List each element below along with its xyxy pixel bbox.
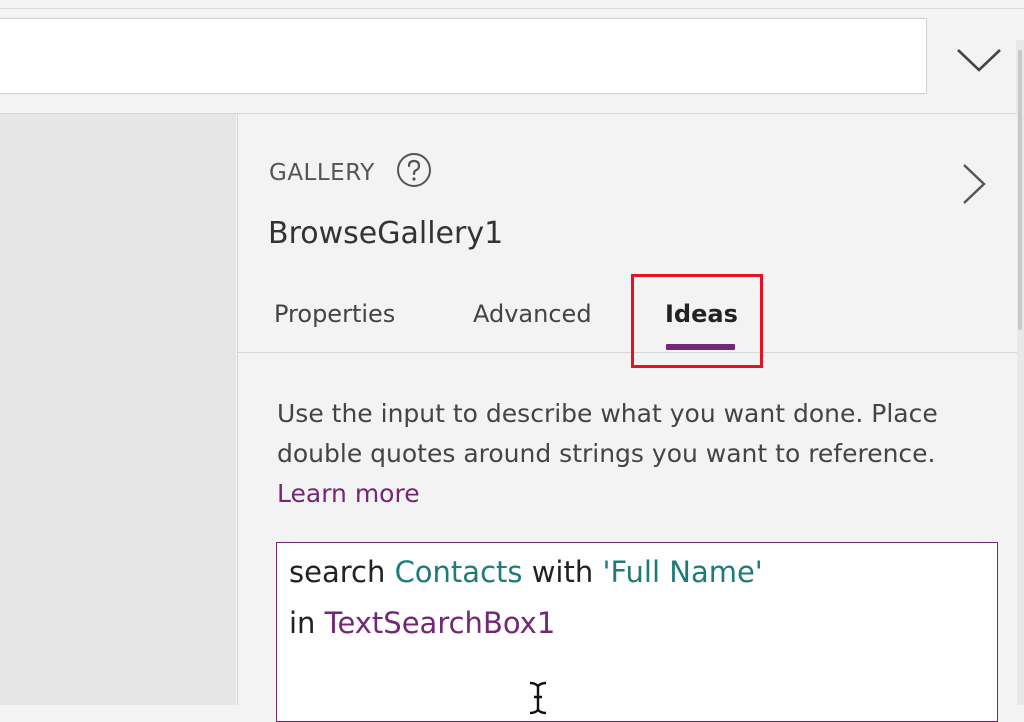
idea-line-1: search Contacts with 'Full Name': [289, 547, 763, 598]
formula-input[interactable]: [0, 18, 927, 94]
tab-advanced[interactable]: Advanced: [473, 300, 592, 328]
canvas-area: [0, 114, 236, 705]
formula-expand-button[interactable]: [944, 27, 1014, 93]
idea-table-name: Contacts: [394, 555, 523, 589]
control-name: BrowseGallery1: [268, 216, 504, 251]
idea-input-text: search Contacts with 'Full Name' in Text…: [289, 547, 763, 649]
properties-panel: GALLERY BrowseGallery1 Properties Advanc…: [237, 114, 1017, 722]
idea-word: with: [531, 555, 594, 589]
idea-column-name: 'Full Name': [602, 555, 763, 589]
help-icon[interactable]: [396, 152, 432, 188]
chevron-down-icon: [957, 49, 1001, 72]
text-cursor-icon: [529, 681, 547, 715]
idea-word: search: [289, 555, 386, 589]
description-text: Use the input to describe what you want …: [277, 399, 938, 468]
idea-control-name: TextSearchBox1: [324, 606, 556, 640]
ideas-description: Use the input to describe what you want …: [277, 394, 987, 514]
panel-tabs: Properties Advanced Ideas: [238, 286, 1017, 353]
top-strip: [0, 0, 1024, 9]
formula-bar: [0, 9, 1024, 114]
chevron-right-icon[interactable]: [958, 162, 988, 206]
scrollbar-thumb[interactable]: [1018, 50, 1022, 330]
control-type-label: GALLERY: [269, 160, 375, 186]
learn-more-link[interactable]: Learn more: [277, 479, 420, 508]
ideas-tab-highlight: [631, 274, 763, 368]
idea-word: in: [289, 606, 316, 640]
idea-line-2: in TextSearchBox1: [289, 598, 763, 649]
idea-input[interactable]: search Contacts with 'Full Name' in Text…: [276, 542, 998, 722]
tab-properties[interactable]: Properties: [274, 300, 395, 328]
